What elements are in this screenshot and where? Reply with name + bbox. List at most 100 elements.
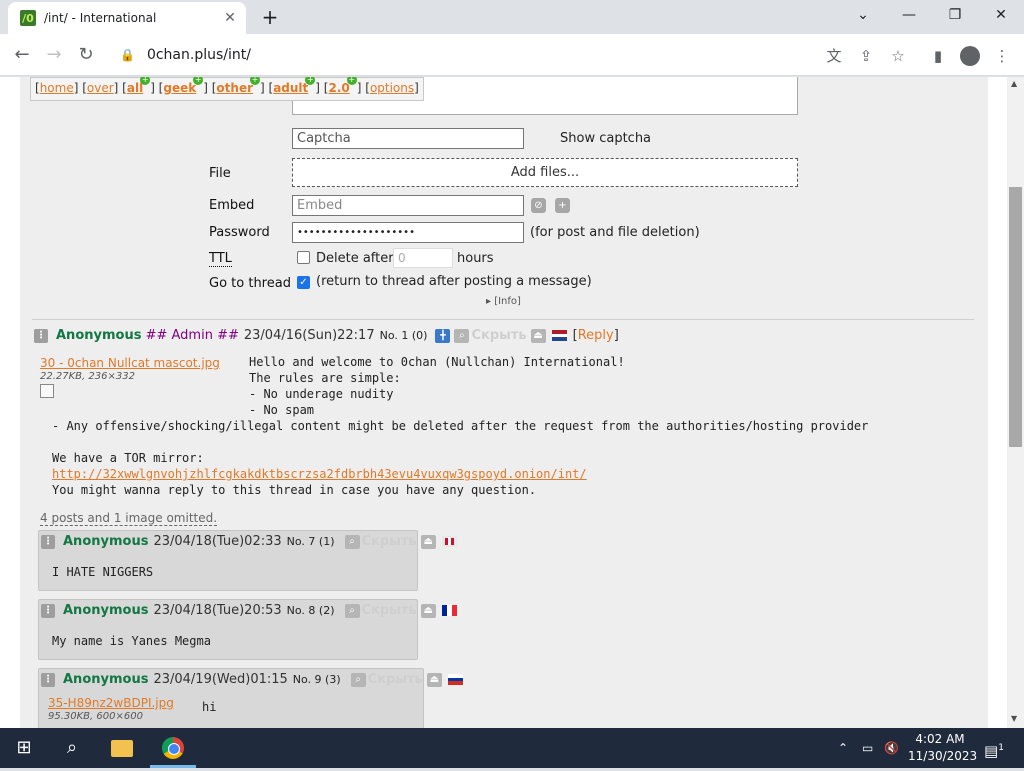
menu-kebab-icon[interactable]: ⋮ bbox=[992, 46, 1012, 66]
delete-after-checkbox[interactable] bbox=[297, 251, 310, 264]
address-bar[interactable]: 🔒 0chan.plus/int/ bbox=[110, 39, 918, 71]
hide-button[interactable]: Скрыть bbox=[471, 328, 526, 343]
url-text: 0chan.plus/int/ bbox=[146, 47, 251, 63]
windows-start-icon[interactable]: ⊞ bbox=[0, 728, 48, 768]
scroll-down-icon[interactable]: ▼ bbox=[1011, 714, 1017, 723]
nav-other[interactable]: other bbox=[216, 81, 253, 95]
new-tab-button[interactable]: + bbox=[258, 6, 282, 28]
post-menu-icon[interactable]: ⋮ bbox=[41, 534, 55, 549]
post-number[interactable]: No. 7 (1) bbox=[287, 535, 335, 548]
reply-post: ⋮ Anonymous 23/04/19(Wed)01:15 No. 9 (3)… bbox=[38, 668, 463, 728]
expand-plus-icon[interactable]: + bbox=[250, 77, 261, 85]
back-icon[interactable]: ← bbox=[10, 43, 34, 67]
translate-icon[interactable]: 文 bbox=[824, 46, 844, 66]
add-files-dropzone[interactable]: Add files... bbox=[292, 158, 798, 187]
expand-plus-icon[interactable]: + bbox=[140, 77, 151, 85]
nav-2-0[interactable]: 2.0 bbox=[328, 81, 349, 95]
reply-label[interactable]: Reply bbox=[578, 328, 614, 343]
nav-options[interactable]: options bbox=[370, 81, 414, 95]
restore-icon[interactable]: ❐ bbox=[940, 4, 970, 26]
post-number[interactable]: No. 1 (0) bbox=[380, 329, 428, 342]
post-number[interactable]: No. 8 (2) bbox=[287, 604, 335, 617]
clock-time: 4:02 AM bbox=[915, 732, 965, 746]
op-text-main: - Any offensive/shocking/illegal content… bbox=[52, 418, 868, 498]
scroll-up-icon[interactable]: ▲ bbox=[1011, 79, 1017, 88]
notification-count: 1 bbox=[998, 743, 1004, 753]
ttl-hours-input[interactable]: 0 bbox=[393, 248, 453, 268]
side-panel-icon[interactable]: ▮ bbox=[928, 46, 948, 66]
zoom-icon[interactable]: ⌕ bbox=[344, 603, 360, 618]
expand-plus-icon[interactable]: + bbox=[193, 77, 204, 85]
embed-input[interactable]: Embed bbox=[292, 195, 524, 216]
hide-button[interactable]: Скрыть bbox=[362, 603, 417, 618]
divider bbox=[32, 319, 974, 320]
hide-button[interactable]: Скрыть bbox=[368, 672, 423, 687]
zoom-icon[interactable]: ⌕ bbox=[454, 328, 470, 343]
op-line: - No spam bbox=[249, 403, 315, 417]
op-post-header: ⋮ Anonymous ## Admin ## 23/04/16(Sun)22:… bbox=[34, 328, 619, 343]
file-explorer-icon[interactable] bbox=[111, 740, 133, 757]
minimize-icon[interactable]: — bbox=[894, 4, 924, 26]
post-menu-icon[interactable]: ⋮ bbox=[34, 328, 48, 343]
tab-close-icon[interactable]: ✕ bbox=[222, 10, 238, 26]
eject-icon[interactable]: ⏏ bbox=[420, 534, 436, 549]
nav-over[interactable]: over bbox=[87, 81, 114, 95]
nav-geek[interactable]: geek bbox=[163, 81, 196, 95]
tab-search-icon[interactable]: ⌄ bbox=[848, 4, 878, 26]
eject-icon[interactable]: ⏏ bbox=[420, 603, 436, 618]
tor-mirror-link[interactable]: http://32xwwlgnvohjzhlfcgkakdktbscrzsa2f… bbox=[52, 467, 587, 481]
nav-adult[interactable]: adult bbox=[273, 81, 308, 95]
scroll-thumb[interactable] bbox=[1009, 187, 1022, 447]
tab-international[interactable]: /0 /int/ - International ✕ bbox=[8, 2, 246, 34]
eject-icon[interactable]: ⏏ bbox=[426, 672, 442, 687]
page-scrollbar[interactable]: ▲ ▼ bbox=[1007, 77, 1024, 728]
network-icon[interactable]: ▭ bbox=[862, 728, 873, 768]
flag-russia-icon bbox=[447, 674, 463, 685]
show-captcha-link[interactable]: Show captcha bbox=[560, 131, 651, 146]
captcha-input[interactable]: Captcha bbox=[292, 128, 524, 149]
nav-home[interactable]: home bbox=[40, 81, 74, 95]
search-icon[interactable]: ⌕ bbox=[48, 728, 96, 768]
bookmark-star-icon[interactable]: ☆ bbox=[888, 46, 908, 66]
hide-button[interactable]: Скрыть bbox=[362, 534, 417, 549]
poster-trip: ## Admin ## bbox=[145, 328, 239, 343]
password-input[interactable]: •••••••••••••••••••• bbox=[292, 222, 524, 243]
expand-plus-icon[interactable]: + bbox=[346, 77, 357, 85]
broken-image-icon[interactable] bbox=[40, 384, 54, 398]
expand-plus-icon[interactable]: + bbox=[305, 77, 316, 85]
notification-icon[interactable]: ▤1 bbox=[984, 728, 1004, 768]
profile-avatar-icon[interactable] bbox=[960, 46, 980, 66]
op-file-meta: 22.27KB, 236×332 bbox=[40, 371, 135, 382]
embed-add-icon[interactable]: + bbox=[555, 198, 570, 213]
eject-icon[interactable]: ⏏ bbox=[530, 328, 546, 343]
op-text-right: Hello and welcome to 0chan (Nullchan) In… bbox=[249, 354, 625, 418]
post-menu-icon[interactable]: ⋮ bbox=[41, 603, 55, 618]
share-icon[interactable]: ⇪ bbox=[856, 46, 876, 66]
post-number[interactable]: No. 9 (3) bbox=[293, 673, 341, 686]
board-navbar: [home] [over] [all+] [geek+] [other+] [a… bbox=[30, 77, 424, 101]
zoom-icon[interactable]: ⌕ bbox=[350, 672, 366, 687]
goto-thread-checkbox[interactable]: ✓ bbox=[297, 276, 310, 289]
info-toggle[interactable]: ▸ [Info] bbox=[486, 296, 521, 307]
post-menu-icon[interactable]: ⋮ bbox=[41, 672, 55, 687]
reply-file-meta: 95.30KB, 600×600 bbox=[48, 711, 143, 722]
reply-post: ⋮ Anonymous 23/04/18(Tue)02:33 No. 7 (1)… bbox=[38, 530, 457, 591]
reply-file-link[interactable]: 35-H89nz2wBDPI.jpg bbox=[48, 696, 174, 710]
reply-link[interactable]: [Reply] bbox=[573, 328, 619, 343]
reply-header: ⋮ Anonymous 23/04/18(Tue)02:33 No. 7 (1)… bbox=[41, 534, 457, 549]
zoom-icon[interactable]: ⌕ bbox=[344, 534, 360, 549]
tray-chevron-icon[interactable]: ⌃ bbox=[838, 728, 848, 768]
close-window-icon[interactable]: ✕ bbox=[986, 4, 1016, 26]
reload-icon[interactable]: ↻ bbox=[74, 43, 98, 67]
omitted-posts-toggle[interactable]: 4 posts and 1 image omitted. bbox=[40, 511, 218, 526]
op-file-link[interactable]: 30 - 0chan Nullcat mascot.jpg bbox=[40, 356, 220, 370]
password-label: Password bbox=[209, 225, 270, 240]
forward-icon[interactable]: → bbox=[42, 43, 66, 67]
volume-muted-icon[interactable]: 🔇 bbox=[884, 728, 899, 768]
system-clock[interactable]: 4:02 AM 11/30/2023 bbox=[908, 731, 978, 765]
embed-lookup-icon[interactable]: ⊘ bbox=[531, 198, 546, 213]
clock-date: 11/30/2023 bbox=[908, 749, 978, 763]
chrome-icon[interactable] bbox=[162, 737, 184, 759]
tab-bar: /0 /int/ - International ✕ + ⌄ — ❐ ✕ bbox=[0, 0, 1024, 34]
tab-title: /int/ - International bbox=[44, 11, 157, 25]
